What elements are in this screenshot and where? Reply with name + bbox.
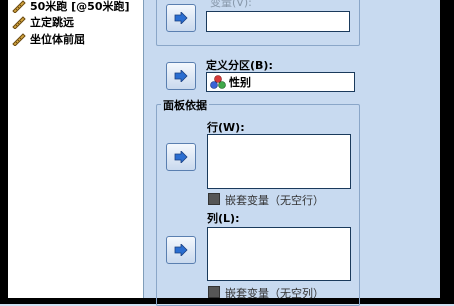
variable-field-label: 变量(V):	[210, 0, 252, 9]
options-pane: 变量(V): 定义分区(B): 性别 面板依据 行(W): 嵌套变量（无空行） …	[144, 0, 440, 306]
window-border-left	[0, 0, 8, 304]
window-border-right	[440, 0, 454, 304]
nest-columns-checkbox[interactable]	[208, 286, 220, 298]
ruler-icon	[12, 15, 26, 29]
nest-rows-label: 嵌套变量（无空行）	[225, 194, 324, 207]
define-partition-value: 性别	[229, 76, 251, 89]
move-to-partition-button[interactable]	[166, 62, 196, 90]
variable-item[interactable]: 50米跑 [@50米跑]	[12, 0, 130, 14]
move-to-rows-button[interactable]	[166, 143, 196, 171]
variable-item[interactable]: 坐位体前屈	[12, 31, 85, 47]
ruler-icon	[12, 32, 26, 46]
variable-list[interactable]: 50米跑 [@50米跑] 立定跳远 坐位体前屈	[8, 0, 144, 298]
variable-field[interactable]	[206, 11, 350, 32]
arrow-right-icon	[174, 151, 188, 163]
variable-label: 50米跑 [@50米跑]	[30, 0, 130, 13]
rows-label: 行(W):	[207, 121, 245, 134]
move-to-columns-button[interactable]	[166, 236, 196, 264]
nest-rows-checkbox[interactable]	[208, 193, 220, 205]
arrow-right-icon	[174, 12, 188, 24]
variable-label: 立定跳远	[30, 16, 74, 29]
columns-field[interactable]	[207, 227, 351, 281]
nominal-variable-icon	[210, 75, 226, 89]
define-partition-field[interactable]: 性别	[206, 72, 355, 92]
move-to-variable-button[interactable]	[166, 4, 196, 32]
variable-label: 坐位体前屈	[30, 33, 85, 46]
panel-group-title: 面板依据	[161, 97, 209, 113]
arrow-right-icon	[174, 244, 188, 256]
rows-field[interactable]	[207, 134, 351, 189]
ruler-icon	[12, 0, 26, 13]
nest-columns-label: 嵌套变量（无空列）	[225, 287, 324, 300]
columns-label: 列(L):	[207, 212, 240, 225]
arrow-right-icon	[174, 70, 188, 82]
define-partition-label: 定义分区(B):	[206, 59, 273, 72]
variable-item[interactable]: 立定跳远	[12, 14, 74, 30]
